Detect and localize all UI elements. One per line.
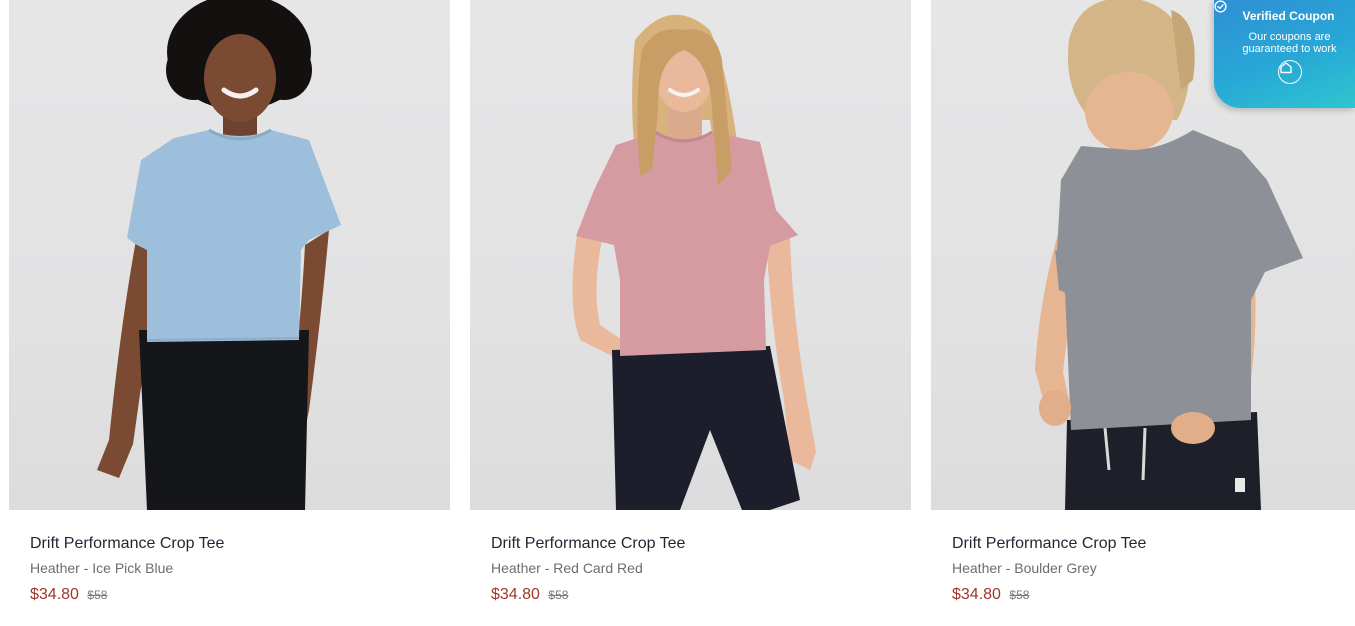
sale-price: $34.80: [30, 586, 79, 603]
product-card[interactable]: Drift Performance Crop Tee Heather - Red…: [470, 0, 911, 626]
product-price: $34.80 $58: [30, 585, 224, 605]
product-variant: Heather - Red Card Red: [491, 560, 643, 576]
product-image[interactable]: [9, 0, 450, 510]
product-variant: Heather - Ice Pick Blue: [30, 560, 174, 576]
product-image[interactable]: Verified Coupon Our coupons are guarante…: [931, 0, 1355, 510]
original-price: $58: [1009, 588, 1030, 602]
product-name[interactable]: Drift Performance Crop Tee: [491, 534, 685, 554]
product-name[interactable]: Drift Performance Crop Tee: [30, 534, 224, 554]
product-info: Drift Performance Crop Tee Heather - Red…: [491, 534, 685, 605]
product-card[interactable]: Verified Coupon Our coupons are guarante…: [931, 0, 1355, 626]
coupon-title: Verified Coupon: [1242, 9, 1335, 23]
coupon-title-row: Verified Coupon: [1214, 0, 1355, 23]
product-price: $34.80 $58: [952, 585, 1146, 605]
verified-coupon-badge[interactable]: Verified Coupon Our coupons are guarante…: [1214, 0, 1355, 108]
sale-price: $34.80: [491, 586, 540, 603]
product-grid: Drift Performance Crop Tee Heather - Ice…: [0, 0, 1355, 626]
check-circle-icon: [1214, 0, 1227, 13]
product-card[interactable]: Drift Performance Crop Tee Heather - Ice…: [9, 0, 450, 626]
model-figure-blue: [97, 0, 341, 510]
coupon-subtitle: Our coupons are guaranteed to work: [1214, 31, 1355, 55]
product-info: Drift Performance Crop Tee Heather - Bou…: [952, 534, 1146, 605]
home-icon[interactable]: [1277, 60, 1302, 84]
original-price: $58: [87, 588, 108, 602]
original-price: $58: [548, 588, 569, 602]
coupon-subtitle-line1: Our coupons are: [1248, 31, 1331, 43]
product-info: Drift Performance Crop Tee Heather - Ice…: [30, 534, 224, 605]
product-price: $34.80 $58: [491, 585, 685, 605]
model-figure-pink: [572, 14, 816, 510]
sale-price: $34.80: [952, 586, 1001, 603]
product-name[interactable]: Drift Performance Crop Tee: [952, 534, 1146, 554]
home-glyph: [1279, 62, 1292, 74]
product-image[interactable]: [470, 0, 911, 510]
product-variant: Heather - Boulder Grey: [952, 560, 1097, 576]
coupon-subtitle-line2: guaranteed to work: [1242, 43, 1337, 55]
